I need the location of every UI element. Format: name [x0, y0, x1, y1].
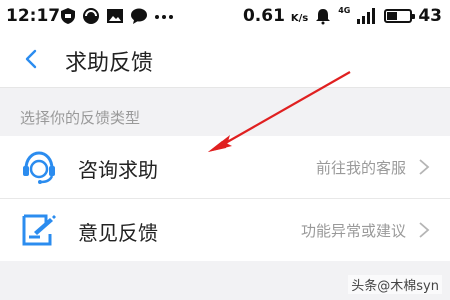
list-item-feedback[interactable]: 意见反馈 功能异常或建议: [0, 198, 450, 261]
status-left-icons: [60, 7, 174, 25]
item-label: 咨询求助: [78, 158, 158, 182]
shield-icon: [61, 8, 75, 24]
page-title: 求助反馈: [65, 51, 154, 76]
alarm-icon: [316, 9, 331, 25]
item-hint: 前往我的客服: [315, 159, 406, 177]
watermark: 头条@木棉syn: [348, 275, 442, 294]
status-bar: 12:17 0.61 K/s 4G 43: [0, 0, 450, 32]
battery-icon: [384, 9, 416, 23]
headset-agent-icon: [23, 151, 55, 184]
image-icon: [107, 9, 123, 23]
section-header: 选择你的反馈类型: [0, 95, 450, 135]
status-right: 0.61 K/s 4G 43: [242, 5, 442, 27]
back-arrow-icon[interactable]: [20, 47, 44, 71]
more-icon: [155, 15, 173, 19]
circle-icon: [83, 8, 99, 24]
chevron-right-icon: [419, 222, 430, 238]
item-hint: 功能异常或建议: [300, 222, 406, 240]
chat-icon: [131, 8, 147, 24]
feedback-type-list: 咨询求助 前往我的客服 意见反馈 功能异常或建议: [0, 136, 450, 261]
item-label: 意见反馈: [78, 221, 158, 245]
chevron-right-icon: [419, 159, 430, 175]
section-label: 选择你的反馈类型: [20, 109, 141, 127]
title-bar: 求助反馈: [0, 32, 450, 88]
network-type: 4G: [338, 5, 351, 15]
list-item-consult-help[interactable]: 咨询求助 前往我的客服: [0, 136, 450, 198]
battery-level: 43: [418, 6, 442, 26]
status-time: 12:17: [6, 6, 61, 26]
edit-note-icon: [22, 214, 56, 246]
network-speed: 0.61 K/s: [242, 6, 309, 26]
signal-icon: [357, 8, 376, 24]
